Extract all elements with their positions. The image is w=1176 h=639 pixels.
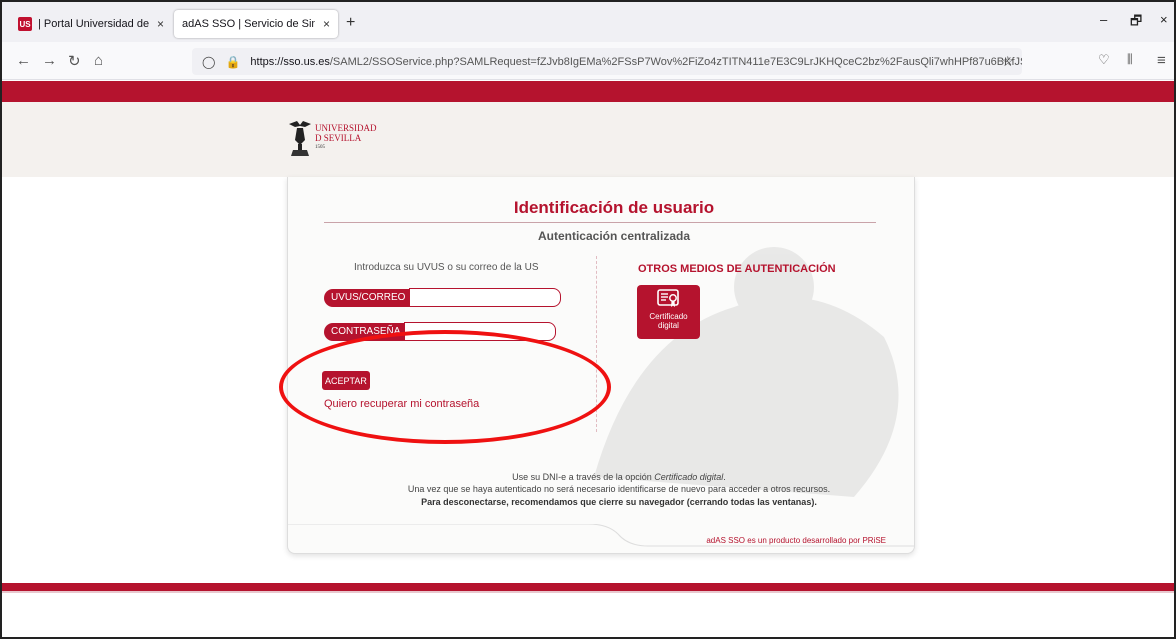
lock-icon[interactable]: 🔒 bbox=[225, 55, 240, 69]
tab-title: adAS SSO | Servicio de Single Sign-O bbox=[182, 18, 315, 30]
library-icon[interactable]: ⫼ bbox=[1127, 52, 1133, 67]
university-seal-icon bbox=[289, 121, 311, 156]
page-title: Identificación de usuario bbox=[513, 198, 715, 217]
menu-icon[interactable]: ≡ bbox=[1157, 52, 1166, 69]
password-input[interactable] bbox=[404, 322, 557, 341]
username-field: UVUS/CORREO bbox=[324, 288, 562, 307]
page-subtitle: Autenticación centralizada bbox=[537, 229, 691, 243]
url-text: https://sso.us.es/SAML2/SSOService.php?S… bbox=[250, 56, 1022, 68]
page-content: UNIVERSIDAD D SEVILLA 1505 Identificació… bbox=[2, 81, 1174, 637]
info-dnie-post: . bbox=[723, 472, 726, 482]
logo-text: UNIVERSIDAD D SEVILLA 1505 bbox=[315, 123, 377, 153]
info-logout: Para desconectarse, recomendamos que cie… bbox=[421, 497, 817, 507]
certificate-icon bbox=[656, 289, 679, 307]
cert-label-2: digital bbox=[658, 321, 679, 330]
browser-nav-bar: ← → ↻ ⌂ ◯ 🔒 https://sso.us.es/SAML2/SSOS… bbox=[2, 42, 1174, 80]
username-label: UVUS/CORREO bbox=[324, 288, 412, 307]
pocket-icon[interactable]: ♡ bbox=[1098, 52, 1110, 68]
logo-year: 1505 bbox=[315, 145, 325, 150]
restore-icon[interactable]: 🗗 bbox=[1130, 12, 1142, 34]
password-label: CONTRASEÑA bbox=[324, 322, 407, 341]
digital-certificate-button[interactable]: Certificado digital bbox=[637, 285, 700, 339]
login-intro: Introduzca su UVUS o su correo de la US bbox=[354, 262, 539, 273]
login-panel: Identificación de usuario Autenticación … bbox=[287, 177, 915, 554]
bottom-red-bar bbox=[2, 583, 1174, 591]
new-tab-icon[interactable]: + bbox=[346, 14, 355, 32]
username-input[interactable] bbox=[409, 288, 562, 307]
window-close-icon[interactable]: × bbox=[1160, 12, 1168, 27]
address-bar[interactable]: ◯ 🔒 https://sso.us.es/SAML2/SSOService.p… bbox=[192, 48, 1022, 75]
logo-line-2: D SEVILLA bbox=[315, 133, 362, 143]
info-dnie-pre: Use su DNI-e a través de la opción bbox=[512, 472, 655, 482]
tab-title: | Portal Universidad de Sevilla bbox=[38, 18, 149, 30]
info-dnie-option: Certificado digital bbox=[654, 472, 724, 482]
column-divider bbox=[596, 256, 597, 432]
close-tab-icon[interactable]: × bbox=[323, 17, 330, 31]
tab-adas-sso[interactable]: adAS SSO | Servicio de Single Sign-O × bbox=[174, 10, 338, 38]
tab-portal-us[interactable]: US | Portal Universidad de Sevilla × bbox=[10, 10, 172, 38]
browser-tab-strip: US | Portal Universidad de Sevilla × adA… bbox=[2, 2, 1174, 42]
close-tab-icon[interactable]: × bbox=[157, 17, 164, 31]
minimize-icon[interactable]: – bbox=[1100, 12, 1107, 27]
shield-icon[interactable]: ◯ bbox=[202, 55, 215, 69]
title-divider bbox=[324, 222, 876, 223]
credits-text: adAS SSO es un producto desarrollado por… bbox=[706, 536, 886, 545]
bookmark-star-icon[interactable]: ☆ bbox=[1001, 53, 1014, 70]
header-band bbox=[2, 102, 1174, 177]
reload-icon[interactable]: ↻ bbox=[68, 52, 81, 70]
us-favicon-icon: US bbox=[18, 17, 32, 31]
top-red-bar bbox=[2, 81, 1174, 102]
home-icon[interactable]: ⌂ bbox=[94, 52, 103, 69]
info-session: Una vez que se haya autenticado no será … bbox=[407, 484, 831, 494]
universidad-sevilla-logo[interactable]: UNIVERSIDAD D SEVILLA 1505 bbox=[287, 118, 377, 158]
url-host: https://sso.us.es bbox=[250, 55, 330, 68]
logo-line-1: UNIVERSIDAD bbox=[315, 123, 377, 133]
cert-label-1: Certificado bbox=[649, 312, 688, 321]
bottom-red-bar-shade bbox=[2, 591, 1174, 593]
other-methods-title: OTROS MEDIOS DE AUTENTICACIÓN bbox=[638, 263, 836, 275]
back-arrow-icon[interactable]: ← bbox=[16, 52, 31, 69]
info-dnie: Use su DNI-e a través de la opción Certi… bbox=[288, 472, 914, 482]
screenshot-frame: US | Portal Universidad de Sevilla × adA… bbox=[0, 0, 1176, 639]
url-path: /SAML2/SSOService.php?SAMLRequest=fZJvb8… bbox=[329, 55, 1022, 68]
accept-button[interactable]: ACEPTAR bbox=[322, 371, 370, 390]
recover-password-link[interactable]: Quiero recuperar mi contraseña bbox=[324, 398, 479, 410]
forward-arrow-icon[interactable]: → bbox=[42, 52, 57, 69]
password-field: CONTRASEÑA bbox=[324, 322, 557, 341]
